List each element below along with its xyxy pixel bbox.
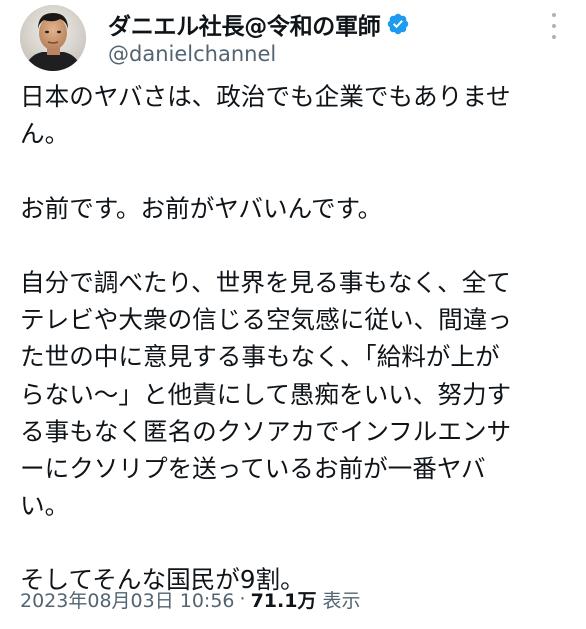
tweet-text-line: る事もなく匿名のクソアカでインフルエンサ bbox=[20, 416, 512, 446]
tweet-text-line bbox=[20, 227, 568, 264]
more-options-icon[interactable] bbox=[544, 11, 564, 41]
display-name[interactable]: ダニエル社長@令和の軍師 bbox=[108, 7, 381, 41]
tweet-text-line bbox=[20, 524, 568, 561]
views-count[interactable]: 71.1万 bbox=[251, 586, 317, 613]
avatar-photo bbox=[20, 5, 86, 71]
avatar[interactable] bbox=[20, 5, 86, 71]
display-name-row: ダニエル社長@令和の軍師 bbox=[108, 8, 528, 40]
tweet-text-line: 自分で調べたり、世界を見る事もなく、全て bbox=[20, 267, 511, 297]
handle[interactable]: @danielchannel bbox=[108, 42, 528, 66]
more-dot bbox=[552, 13, 556, 17]
views-label[interactable]: 表示 bbox=[322, 586, 360, 613]
tweet-text-line: い。 bbox=[20, 491, 70, 521]
tweet-text-line: テレビや大衆の信じる空気感に従い、間違っ bbox=[20, 305, 512, 335]
more-dot bbox=[552, 35, 556, 39]
tweet-text-line: お前です。お前がヤバいんです。 bbox=[20, 193, 383, 223]
tweet: ダニエル社長@令和の軍師 @danielchannel 日本のヤバさは、政治でも… bbox=[0, 0, 586, 629]
tweet-header: ダニエル社長@令和の軍師 @danielchannel bbox=[20, 5, 566, 73]
tweet-text-line: た世の中に意見する事もなく、「給料が上が bbox=[20, 342, 500, 372]
more-dot bbox=[552, 24, 556, 28]
tweet-text-line bbox=[20, 152, 568, 189]
verified-badge-icon[interactable] bbox=[386, 12, 410, 36]
tweet-text-line: ん。 bbox=[20, 119, 70, 149]
timestamp-link[interactable]: 2023年08月03日 10:56 bbox=[20, 586, 235, 613]
author-names: ダニエル社長@令和の軍師 @danielchannel bbox=[108, 8, 528, 66]
tweet-text-line: 日本のヤバさは、政治でも企業でもありませ bbox=[20, 82, 511, 111]
tweet-meta: 2023年08月03日 10:56 · 71.1万 表示 bbox=[20, 583, 360, 615]
tweet-text: 日本のヤバさは、政治でも企業でもありませ ん。 お前です。お前がヤバいんです。 … bbox=[20, 78, 568, 599]
tweet-text-line: らない〜」と他責にして愚痴をいい、努力す bbox=[20, 379, 512, 409]
meta-separator: · bbox=[239, 588, 246, 610]
tweet-text-line: ーにクソリプを送っているお前が一番ヤバ bbox=[20, 453, 486, 483]
